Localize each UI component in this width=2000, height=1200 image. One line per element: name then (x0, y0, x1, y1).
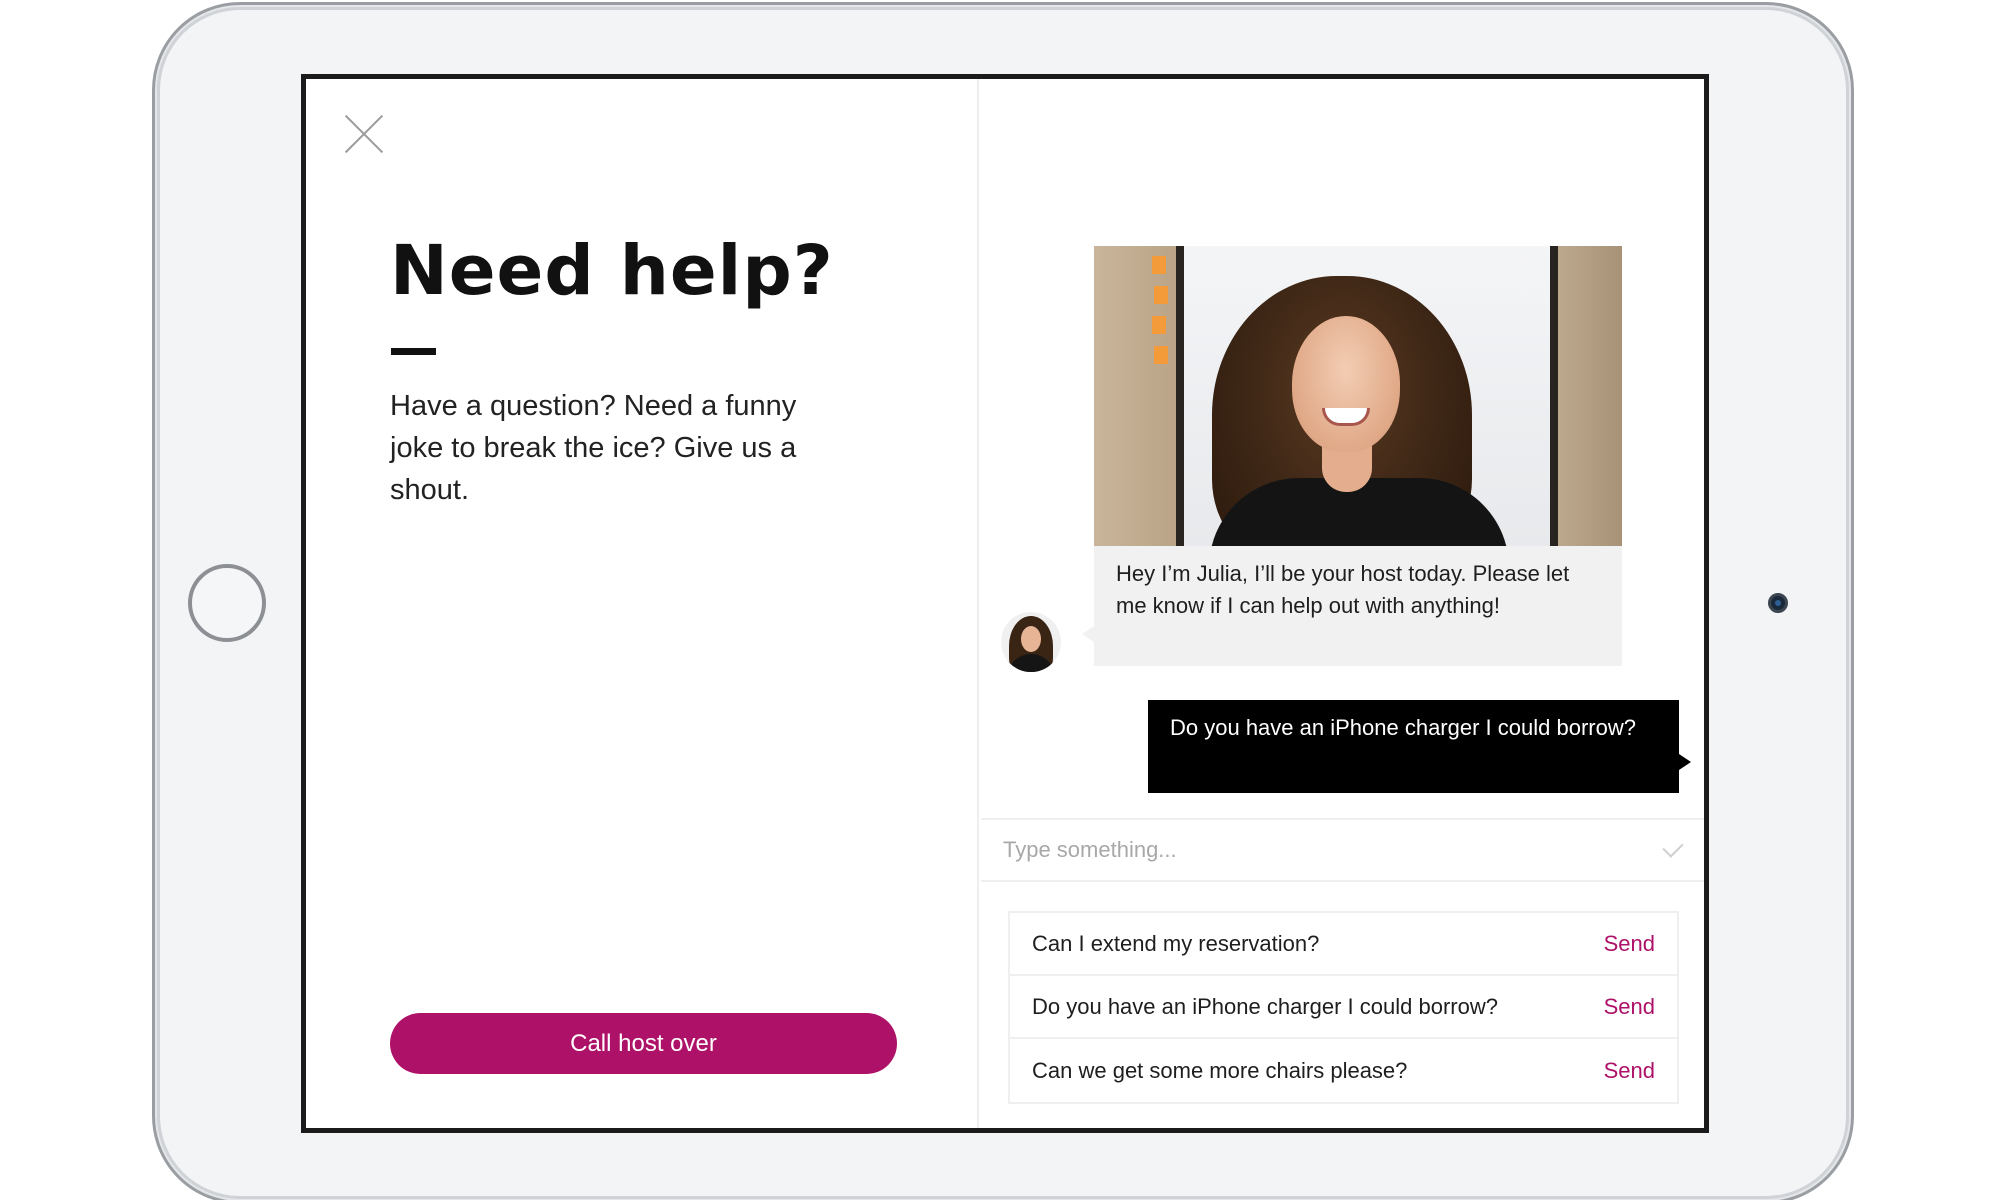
sticky-note (1152, 256, 1166, 274)
user-message-bubble: Do you have an iPhone charger I could bo… (1148, 700, 1691, 793)
photo-background-left (1094, 246, 1184, 546)
checkmark-icon[interactable] (1662, 836, 1684, 858)
help-screen: Need help? Have a question? Need a funny… (301, 74, 1709, 1133)
camera-icon (1768, 593, 1788, 613)
close-icon[interactable] (344, 114, 384, 154)
host-message-bubble: Hey I’m Julia, I’ll be your host today. … (1082, 546, 1622, 666)
page-title: Need help? (390, 231, 834, 311)
list-item[interactable]: Can we get some more chairs please? Send (1010, 1039, 1677, 1102)
title-divider (391, 348, 436, 355)
call-host-button[interactable]: Call host over (390, 1013, 897, 1074)
help-info-panel: Need help? Have a question? Need a funny… (306, 79, 979, 1128)
photo-frame-right (1550, 246, 1558, 546)
quick-replies: Can I extend my reservation? Send Do you… (1008, 911, 1679, 1104)
send-button[interactable]: Send (1604, 994, 1655, 1020)
intro-text: Have a question? Need a funny joke to br… (390, 390, 797, 506)
send-button[interactable]: Send (1604, 931, 1655, 957)
list-item[interactable]: Can I extend my reservation? Send (1010, 913, 1677, 976)
sticky-note (1152, 316, 1166, 334)
photo-frame-left (1176, 246, 1184, 546)
message-composer (981, 818, 1704, 882)
chat-panel: Hey I’m Julia, I’ll be your host today. … (981, 79, 1704, 1128)
avatar-face (1021, 626, 1041, 652)
message-input[interactable] (1003, 837, 1664, 863)
quick-reply-text: Can we get some more chairs please? (1032, 1057, 1408, 1083)
host-face (1292, 316, 1400, 452)
quick-reply-text: Do you have an iPhone charger I could bo… (1032, 993, 1498, 1019)
avatar (1001, 612, 1061, 672)
photo-background-right (1558, 246, 1622, 546)
sticky-note (1154, 346, 1168, 364)
send-button[interactable]: Send (1604, 1058, 1655, 1084)
host-photo (1094, 246, 1622, 546)
quick-reply-text: Can I extend my reservation? (1032, 930, 1320, 956)
home-button[interactable] (188, 564, 266, 642)
list-item[interactable]: Do you have an iPhone charger I could bo… (1010, 976, 1677, 1039)
sticky-note (1154, 286, 1168, 304)
